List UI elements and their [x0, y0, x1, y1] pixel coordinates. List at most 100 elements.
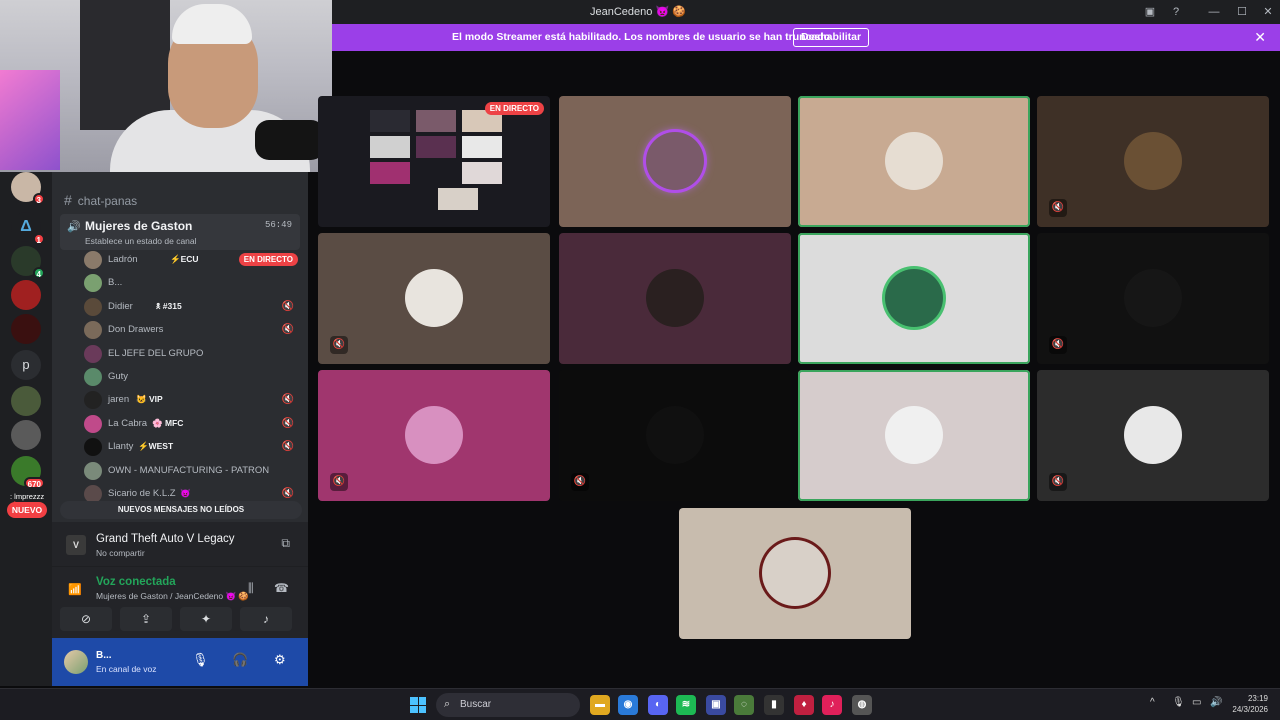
screen-share-icon[interactable]: ⧉ — [281, 536, 290, 551]
server-icon[interactable]: 4 — [11, 246, 45, 279]
member-row[interactable]: Llanty ⚡WEST 🔇 — [84, 437, 298, 457]
server-icon[interactable] — [11, 420, 41, 450]
member-name: OWN - MANUFACTURING - PATRON — [108, 464, 270, 476]
file-explorer-icon[interactable]: ▬ — [590, 695, 610, 715]
search-box[interactable]: ⌕ Buscar — [436, 693, 580, 717]
clock-time: 23:19 — [1247, 694, 1268, 703]
unread-messages-pill[interactable]: NUEVOS MENSAJES NO LEÍDOS — [60, 501, 302, 519]
stream-tile[interactable]: EN DIRECTO — [318, 96, 550, 227]
banner-close-icon[interactable]: ✕ — [1254, 29, 1266, 46]
video-tile[interactable]: 🔇 — [318, 370, 550, 501]
member-row[interactable]: Ladrón ⚡ECU EN DIRECTO — [84, 250, 298, 270]
tray-chevron-icon[interactable]: ^ — [1150, 697, 1155, 708]
browser-icon[interactable]: ◌ — [734, 695, 754, 715]
voice-channel[interactable]: 🔊 Mujeres de Gaston Establece un estado … — [60, 214, 300, 250]
avatar[interactable] — [64, 650, 88, 674]
microphone-icon[interactable]: 🎙 — [192, 652, 209, 668]
streamer-cap — [172, 4, 252, 44]
server-icon[interactable] — [11, 386, 41, 416]
channel-panel: # chat-panas 🔊 Mujeres de Gaston Establec… — [52, 172, 308, 686]
settings-icon[interactable]: ⚙ — [274, 652, 286, 668]
video-tile[interactable] — [798, 96, 1030, 227]
clock-date: 24/3/2026 — [1232, 705, 1268, 714]
muted-icon: 🔇 — [281, 417, 294, 429]
voice-location[interactable]: Mujeres de Gaston / JeanCedeno 👿 🍪 — [96, 591, 249, 602]
minimize-button[interactable]: — — [1206, 4, 1222, 20]
muted-icon: 🔇 — [1049, 336, 1067, 354]
member-name: Sicario de K.L.Z — [108, 488, 176, 499]
help-icon[interactable]: ? — [1168, 4, 1184, 20]
text-channel[interactable]: # chat-panas — [64, 192, 137, 208]
member-row[interactable]: OWN - MANUFACTURING - PATRON — [84, 461, 298, 481]
muted-icon: 🔇 — [281, 300, 294, 312]
stream-preview — [416, 136, 456, 158]
member-row[interactable]: Don Drawers 🔇 — [84, 320, 298, 340]
video-grid: EN DIRECTO 🔇 🔇 🔇 🔇 🔇 🔇 — [318, 96, 1274, 644]
member-row[interactable]: B... — [84, 273, 298, 293]
soundboard-button[interactable]: ♪ — [240, 607, 292, 631]
speaker-icon: 🔊 — [67, 221, 81, 233]
member-row[interactable]: La Cabra 🌸 MFC 🔇 — [84, 414, 298, 434]
discord-icon[interactable]: ◐ — [648, 695, 668, 715]
chrome-icon[interactable]: ◉ — [618, 695, 638, 715]
stream-preview — [370, 162, 410, 184]
server-icon[interactable] — [11, 314, 41, 344]
clock[interactable]: 23:19 24/3/2026 — [1232, 693, 1268, 715]
video-tile[interactable] — [798, 370, 1030, 501]
member-avatar — [84, 438, 102, 457]
server-icon[interactable]: 3 — [11, 172, 45, 205]
server-icon-p[interactable]: p — [11, 350, 41, 380]
close-window-button[interactable]: ✕ — [1260, 4, 1276, 20]
channel-status-prompt[interactable]: Establece un estado de canal — [85, 236, 197, 246]
muted-icon: 🔇 — [1049, 473, 1067, 491]
video-tile[interactable] — [559, 96, 791, 227]
member-name: Didier — [108, 300, 133, 312]
disconnect-icon[interactable]: ☎ — [274, 581, 289, 595]
app-icon[interactable]: ▣ — [706, 695, 726, 715]
video-tile[interactable] — [679, 508, 911, 639]
tray-volume-icon[interactable]: 🔊 — [1210, 697, 1222, 708]
streamer-mode-banner: El modo Streamer está habilitado. Los no… — [332, 24, 1280, 51]
video-tile[interactable]: 🔇 — [1037, 96, 1269, 227]
spotify-icon[interactable]: ≋ — [676, 695, 696, 715]
video-tile[interactable]: 🔇 — [1037, 233, 1269, 364]
tray-mic-icon[interactable]: 🎙 — [1172, 697, 1185, 708]
app-icon[interactable]: ♦ — [794, 695, 814, 715]
member-avatar — [84, 391, 102, 410]
camera-button[interactable]: ⊘ — [60, 607, 112, 631]
noise-suppression-icon[interactable]: ⫼ — [248, 581, 254, 596]
member-row[interactable]: EL JEFE DEL GRUPO — [84, 344, 298, 364]
user-name: B... — [96, 650, 112, 661]
epic-games-icon[interactable]: ▮ — [764, 695, 784, 715]
disable-streamer-button[interactable]: Deshabilitar — [793, 28, 870, 47]
video-tile[interactable]: 🔇 — [1037, 370, 1269, 501]
user-panel: B... En canal de voz 🎙 🎧 ⚙ — [52, 638, 308, 686]
video-tile[interactable]: 🔇 — [318, 233, 550, 364]
maximize-button[interactable]: ☐ — [1234, 4, 1250, 20]
member-avatar — [84, 414, 102, 433]
tiktok-icon[interactable]: ♪ — [822, 695, 842, 715]
taskbar: ⌕ Buscar ▬ ◉ ◐ ≋ ▣ ◌ ▮ ♦ ♪ ◍ ^ 🎙 ▭ 🔊 23:… — [0, 688, 1280, 720]
inbox-icon[interactable]: ▣ — [1142, 4, 1158, 20]
share-screen-button[interactable]: ⇪ — [120, 607, 172, 631]
headphones-icon[interactable]: 🎧 — [232, 652, 248, 668]
video-tile[interactable] — [798, 233, 1030, 364]
video-tile[interactable]: 🔇 — [559, 370, 791, 501]
stream-preview — [370, 110, 410, 132]
member-tag: 🌸 MFC — [152, 417, 184, 428]
server-icon[interactable]: 670 — [11, 456, 45, 489]
start-button[interactable] — [410, 697, 426, 713]
member-row[interactable]: Didier 🕱 #315 🔇 — [84, 297, 298, 317]
obs-icon[interactable]: ◍ — [852, 695, 872, 715]
tray-monitor-icon[interactable]: ▭ — [1192, 697, 1201, 708]
video-tile[interactable] — [559, 233, 791, 364]
user-avatar — [885, 132, 943, 190]
member-name: Guty — [108, 371, 129, 382]
server-icon[interactable]: Δ1 — [11, 212, 45, 245]
member-row[interactable]: jaren 😺 VIP 🔇 — [84, 390, 298, 410]
member-row[interactable]: Guty — [84, 367, 298, 387]
server-icon[interactable] — [11, 280, 41, 310]
muted-icon: 🔇 — [281, 488, 294, 499]
new-badge[interactable]: NUEVO — [7, 502, 47, 518]
activities-button[interactable]: ✦ — [180, 607, 232, 631]
